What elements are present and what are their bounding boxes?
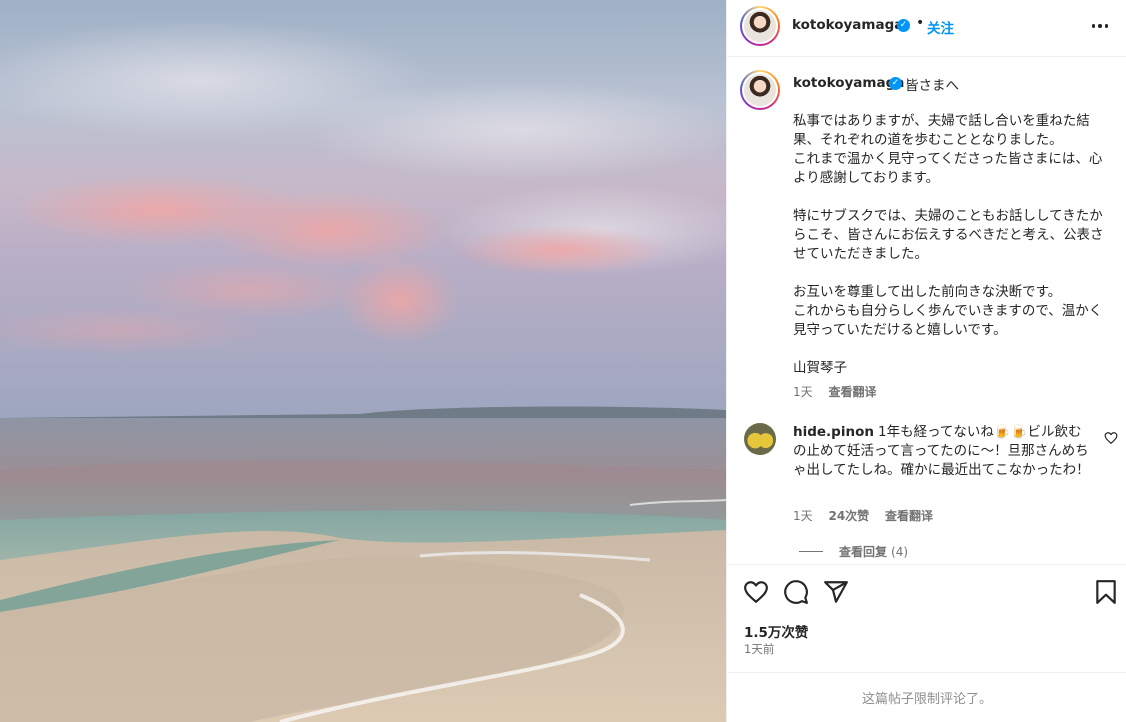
beach-sunset-image [0, 0, 726, 722]
comments-limited-notice: 这篇帖子限制评论了。 [727, 672, 1126, 722]
comment-likes-count[interactable]: 24次赞 [828, 509, 869, 523]
caption-greeting: 皆さまへ [905, 78, 959, 94]
caption-text: 私事ではありますが、夫婦で話し合いを重ねた結果、それぞれの道を歩むこととなりまし… [793, 113, 1104, 376]
comment-content: hide.pinon 1年も経ってないね🍺🍺ビル飲むの止めて妊活って言ってたのに〜… [793, 423, 1093, 480]
view-replies-label: 查看回复 [839, 545, 888, 559]
post-header: kotokoyamaga ✓ • 关注 [727, 0, 1126, 57]
view-replies-button[interactable]: 查看回复 (4) [799, 543, 908, 560]
caption-meta: 1天 查看翻译 [793, 383, 888, 400]
save-bookmark-icon[interactable] [1093, 579, 1119, 605]
follow-button[interactable]: 关注 [927, 17, 954, 37]
separator-dot: • [916, 15, 925, 31]
caption-username[interactable]: kotokoyamaga [793, 75, 904, 91]
comment-translate-button[interactable]: 查看翻译 [885, 509, 933, 523]
replies-divider-line [799, 551, 823, 552]
post-likes-count[interactable]: 1.5万次赞 [744, 621, 808, 641]
comments-section: kotokoyamaga ✓ 皆さまへ 私事ではありますが、夫婦で話し合いを重ね… [727, 57, 1126, 564]
comment-time: 1天 [793, 509, 813, 523]
post-date: 1天前 [744, 642, 775, 656]
post-actions-bar: 1.5万次赞 1天前 [727, 564, 1126, 672]
caption-translate-button[interactable]: 查看翻译 [828, 385, 876, 399]
share-paper-plane-icon[interactable] [823, 579, 849, 605]
caption-verified-badge-icon: ✓ [889, 77, 902, 90]
post-photo [0, 0, 726, 722]
author-avatar[interactable] [740, 6, 780, 46]
commenter-username[interactable]: hide.pinon [793, 424, 874, 440]
author-username[interactable]: kotokoyamaga [792, 17, 903, 33]
commenter-avatar[interactable] [744, 423, 776, 455]
comment-like-heart-icon[interactable] [1104, 431, 1118, 445]
more-options-icon[interactable] [1088, 14, 1112, 38]
post-detail-panel: kotokoyamaga ✓ • 关注 kotokoyamaga ✓ 皆さまへ … [726, 0, 1126, 722]
like-heart-icon[interactable] [743, 579, 769, 605]
caption-avatar[interactable] [740, 70, 780, 110]
caption-time: 1天 [793, 385, 813, 399]
replies-count: (4) [891, 544, 909, 559]
comment-meta: 1天 24次赞 查看翻译 [793, 507, 945, 524]
comment-bubble-icon[interactable] [783, 579, 809, 605]
verified-badge-icon: ✓ [897, 19, 910, 32]
